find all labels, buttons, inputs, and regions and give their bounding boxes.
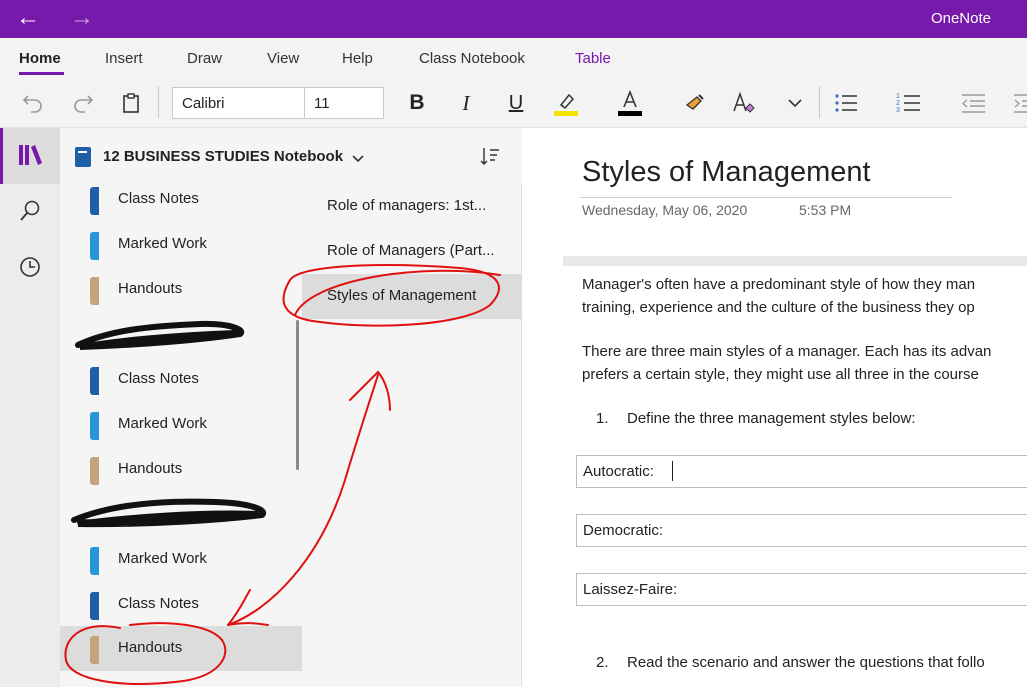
section-item[interactable]: Class Notes bbox=[60, 357, 302, 402]
table-cell-laissez-faire[interactable]: Laissez-Faire: bbox=[576, 573, 1027, 606]
page-date: Wednesday, May 06, 2020 bbox=[582, 202, 748, 218]
section-label: Handouts bbox=[118, 460, 183, 477]
increase-indent-icon[interactable] bbox=[1010, 88, 1027, 118]
table-cell-label: Democratic: bbox=[583, 522, 664, 539]
section-label: Class Notes bbox=[118, 370, 199, 387]
navigation-rail bbox=[0, 128, 60, 687]
section-label: Class Notes bbox=[118, 190, 199, 207]
back-arrow-icon[interactable]: ← bbox=[16, 4, 40, 32]
list-number: 1. bbox=[596, 410, 609, 427]
page-label: Styles of Management bbox=[327, 287, 477, 304]
active-tab-indicator bbox=[19, 72, 64, 75]
tab-insert[interactable]: Insert bbox=[105, 50, 143, 67]
format-painter-icon[interactable] bbox=[680, 88, 710, 118]
section-label: Class Notes bbox=[118, 595, 199, 612]
page-label: Role of managers: 1st... bbox=[327, 197, 487, 214]
font-color-icon[interactable] bbox=[615, 88, 645, 118]
font-size-box[interactable]: 11 bbox=[304, 87, 384, 119]
notebook-name[interactable]: 12 BUSINESS STUDIES Notebook bbox=[103, 148, 343, 165]
tab-table[interactable]: Table bbox=[575, 50, 611, 67]
tab-draw[interactable]: Draw bbox=[187, 50, 222, 67]
page-label: Role of Managers (Part... bbox=[327, 242, 495, 259]
notebook-icon bbox=[74, 146, 92, 173]
chevron-down-icon[interactable] bbox=[780, 88, 810, 118]
toolbar: Calibri 11 B I U 123 bbox=[0, 78, 1027, 128]
sections-scrollbar[interactable] bbox=[296, 320, 299, 470]
clear-formatting-icon[interactable] bbox=[729, 88, 759, 118]
page-item[interactable]: Role of managers: 1st... bbox=[302, 184, 522, 229]
underline-icon[interactable]: U bbox=[501, 88, 531, 118]
section-item[interactable]: Marked Work bbox=[60, 402, 302, 447]
recent-clock-icon[interactable] bbox=[19, 256, 41, 283]
numbered-list-icon[interactable]: 123 bbox=[893, 88, 923, 118]
font-name-box[interactable]: Calibri bbox=[172, 87, 305, 119]
section-label: Handouts bbox=[118, 280, 183, 297]
section-tab-icon bbox=[90, 636, 99, 664]
chevron-down-icon[interactable] bbox=[352, 151, 364, 169]
italic-icon[interactable]: I bbox=[451, 88, 481, 118]
section-item[interactable]: Marked Work bbox=[60, 222, 302, 267]
note-container-handle[interactable] bbox=[563, 256, 1027, 266]
table-cell-label: Laissez-Faire: bbox=[583, 581, 678, 598]
paragraph-line[interactable]: prefers a certain style, they might use … bbox=[582, 363, 979, 386]
tab-view[interactable]: View bbox=[267, 50, 299, 67]
app-title: OneNote bbox=[930, 10, 991, 27]
section-tab-icon bbox=[90, 412, 99, 440]
list-item-text[interactable]: Read the scenario and answer the questio… bbox=[627, 654, 985, 671]
page-time: 5:53 PM bbox=[799, 202, 852, 218]
section-tab-icon bbox=[90, 367, 99, 395]
tab-home[interactable]: Home bbox=[19, 50, 61, 67]
notebooks-icon[interactable] bbox=[18, 144, 44, 171]
page-title[interactable]: Styles of Management bbox=[582, 156, 871, 189]
paragraph-line[interactable]: There are three main styles of a manager… bbox=[582, 340, 991, 363]
table-cell-democratic[interactable]: Democratic: bbox=[576, 514, 1027, 547]
section-label: Marked Work bbox=[118, 415, 207, 432]
tab-class-notebook[interactable]: Class Notebook bbox=[419, 50, 525, 67]
section-item-selected[interactable]: Handouts bbox=[60, 626, 302, 671]
table-cell-label: Autocratic: bbox=[583, 463, 654, 480]
section-label: Marked Work bbox=[118, 550, 207, 567]
section-tab-icon bbox=[90, 592, 99, 620]
undo-icon[interactable] bbox=[18, 88, 48, 118]
section-tab-icon bbox=[90, 187, 99, 215]
section-item[interactable]: Class Notes bbox=[60, 177, 302, 222]
tab-help[interactable]: Help bbox=[342, 50, 373, 67]
section-tab-icon bbox=[90, 547, 99, 575]
svg-text:3: 3 bbox=[896, 107, 900, 114]
highlighter-icon[interactable] bbox=[551, 88, 581, 118]
forward-arrow-icon[interactable]: → bbox=[70, 4, 94, 32]
list-number: 2. bbox=[596, 654, 609, 671]
toolbar-divider bbox=[819, 86, 820, 118]
bullet-list-icon[interactable] bbox=[831, 88, 861, 118]
section-label: Handouts bbox=[118, 639, 183, 656]
search-icon[interactable] bbox=[19, 200, 41, 227]
sort-icon[interactable] bbox=[480, 146, 500, 171]
bold-icon[interactable]: B bbox=[402, 88, 432, 118]
section-tab-icon bbox=[90, 457, 99, 485]
rail-active-indicator bbox=[0, 128, 3, 184]
decrease-indent-icon[interactable] bbox=[958, 88, 988, 118]
toolbar-divider bbox=[158, 86, 159, 118]
clipboard-icon[interactable] bbox=[116, 88, 146, 118]
section-label: Marked Work bbox=[118, 235, 207, 252]
table-cell-autocratic[interactable]: Autocratic: bbox=[576, 455, 1027, 488]
list-item-text[interactable]: Define the three management styles below… bbox=[627, 410, 916, 427]
page-item[interactable]: Role of Managers (Part... bbox=[302, 229, 522, 274]
ribbon-tabs: Home Insert Draw View Help Class Noteboo… bbox=[0, 38, 1027, 78]
title-bar: ← → OneNote bbox=[0, 0, 1027, 38]
paragraph-line[interactable]: Manager's often have a predominant style… bbox=[582, 273, 975, 296]
page-item-selected[interactable]: Styles of Management bbox=[302, 274, 522, 319]
text-cursor bbox=[672, 461, 673, 481]
redo-icon[interactable] bbox=[68, 88, 98, 118]
paragraph-line[interactable]: training, experience and the culture of … bbox=[582, 296, 975, 319]
section-tab-icon bbox=[90, 277, 99, 305]
section-item[interactable]: Class Notes bbox=[60, 582, 302, 627]
svg-text:2: 2 bbox=[896, 100, 900, 107]
section-item[interactable]: Marked Work bbox=[60, 537, 302, 582]
title-divider bbox=[580, 197, 952, 198]
section-tab-icon bbox=[90, 232, 99, 260]
svg-text:1: 1 bbox=[896, 93, 900, 100]
section-item[interactable]: Handouts bbox=[60, 267, 302, 312]
section-item[interactable]: Handouts bbox=[60, 447, 302, 492]
